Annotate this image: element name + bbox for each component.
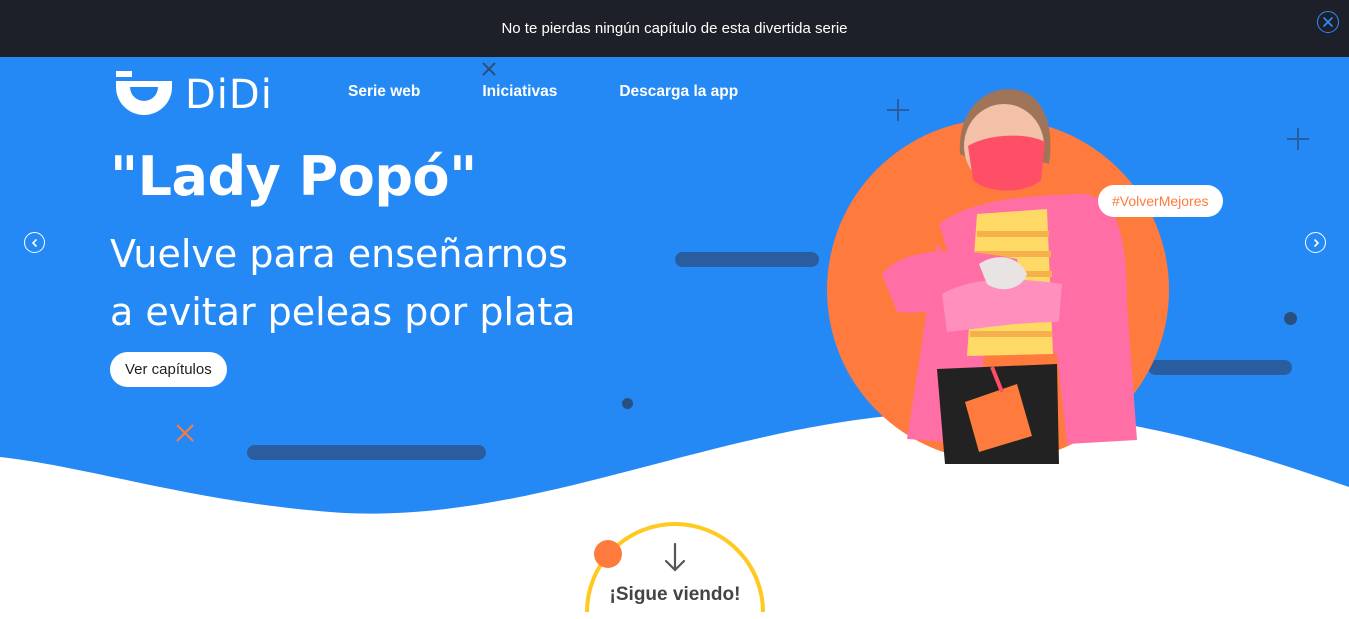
chevron-right-icon[interactable]: [1305, 232, 1326, 253]
nav-item-serie-web[interactable]: Serie web: [348, 83, 420, 101]
decorative-bar: [247, 445, 486, 460]
close-icon[interactable]: [1317, 11, 1339, 33]
announcement-text: No te pierdas ningún capítulo de esta di…: [501, 20, 848, 37]
sigue-viendo-button[interactable]: ¡Sigue viendo!: [583, 520, 767, 619]
nav-item-descarga-app[interactable]: Descarga la app: [619, 83, 738, 101]
hero-subtitle: Vuelve para enseñarnos a evitar peleas p…: [110, 225, 630, 341]
hero-title: "Lady Popó": [110, 145, 477, 208]
sigue-viendo-label: ¡Sigue viendo!: [609, 584, 741, 605]
ver-capitulos-button[interactable]: Ver capítulos: [110, 352, 227, 387]
logo-text: DiDi: [185, 72, 273, 118]
nav-item-iniciativas[interactable]: Iniciativas: [482, 83, 557, 101]
chevron-left-icon[interactable]: [24, 232, 45, 253]
hero-subtitle-line-2: a evitar peleas por plata: [110, 290, 576, 334]
hero-subtitle-line-1: Vuelve para enseñarnos: [110, 232, 568, 276]
hero-character-image: [827, 88, 1169, 464]
hashtag-badge: #VolverMejores: [1098, 185, 1223, 217]
decorative-dot: [622, 398, 633, 409]
arrow-down-icon: [664, 542, 686, 572]
decorative-dot: [1284, 312, 1297, 325]
didi-logo-mark: [116, 71, 172, 115]
main-nav: Serie web Iniciativas Descarga la app: [348, 83, 800, 101]
decorative-x-icon: [176, 424, 194, 442]
decorative-plus-icon: [1287, 128, 1309, 150]
decorative-x-icon: [482, 62, 496, 76]
decorative-bar: [675, 252, 819, 267]
announcement-bar: No te pierdas ningún capítulo de esta di…: [0, 0, 1349, 57]
didi-logo[interactable]: DiDi: [113, 69, 273, 121]
